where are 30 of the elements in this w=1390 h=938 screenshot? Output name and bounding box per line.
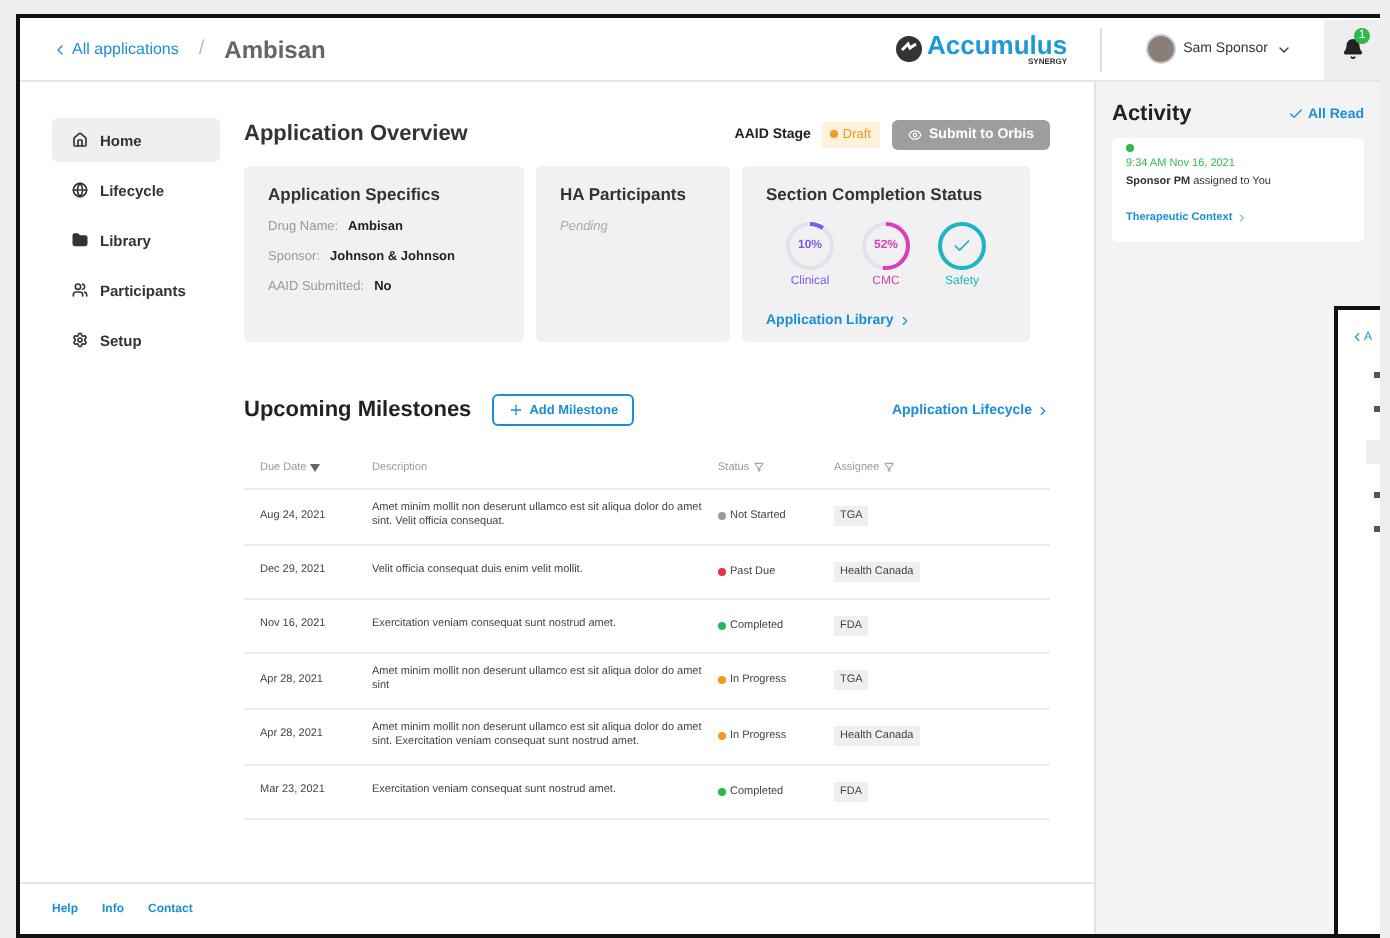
chevron-right-icon (1236, 212, 1249, 224)
chevron-right-icon (1036, 403, 1050, 417)
chevron-left-icon (1350, 330, 1364, 344)
sort-icon (310, 463, 321, 471)
chevron-right-icon (897, 314, 912, 328)
section-title: Application Overview (244, 122, 468, 146)
card-title: Section Completion Status (766, 184, 985, 204)
eye-icon (907, 127, 921, 141)
chevron-left-icon (52, 41, 68, 57)
breadcrumb-separator: / (198, 38, 205, 60)
filter-icon (883, 462, 894, 472)
card-title: Application Specifics (268, 184, 442, 204)
check-icon (1287, 106, 1304, 122)
panel-title: Activity (1112, 102, 1192, 126)
back-link[interactable]: All applications (52, 40, 179, 58)
brand-name: Accumulus (927, 32, 1068, 58)
avatar (1145, 34, 1176, 64)
section-title: Upcoming Milestones (244, 398, 472, 422)
plus-icon (507, 402, 524, 418)
check-icon (952, 236, 972, 256)
card-title: HA Participants (560, 184, 688, 204)
home-icon (72, 132, 88, 148)
bell-icon (1341, 38, 1363, 60)
globe-icon (72, 182, 88, 198)
filter-icon (753, 462, 764, 472)
folder-icon (72, 232, 88, 248)
settings-icon (72, 332, 88, 348)
breadcrumb-current: Ambisan (224, 35, 326, 63)
users-icon (72, 282, 88, 298)
logo-icon (895, 36, 921, 62)
